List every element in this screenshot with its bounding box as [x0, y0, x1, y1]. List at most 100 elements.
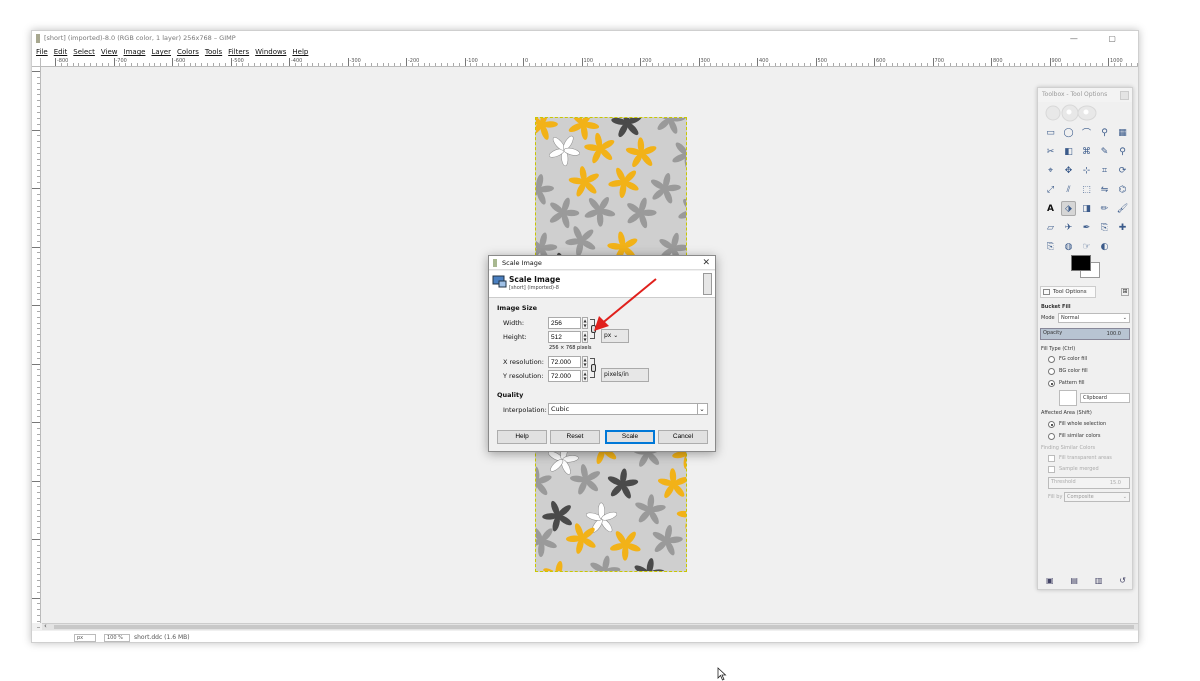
color-selector[interactable] [1068, 252, 1104, 282]
menu-item-windows[interactable]: Windows [255, 48, 286, 56]
horizontal-ruler[interactable]: -800 -700 -600 -500 -400 -300 -200 -100 0 100 200 3… [41, 58, 1138, 67]
resolution-unit-select[interactable]: pixels/in [601, 368, 649, 382]
ink-tool-icon[interactable]: ✒ [1079, 220, 1094, 235]
tab-menu-button[interactable]: ⊞ [1121, 288, 1129, 296]
bg-fill-radio[interactable] [1048, 368, 1055, 375]
width-input[interactable] [548, 317, 581, 329]
crop-tool-icon[interactable]: ⌗ [1097, 163, 1112, 178]
unit-selector[interactable]: px [74, 634, 96, 642]
blend-tool-icon[interactable]: ◨ [1079, 201, 1094, 216]
paintbrush-tool-icon[interactable]: 🖌 [1115, 201, 1130, 216]
cancel-button[interactable]: Cancel [658, 430, 708, 444]
menu-item-colors[interactable]: Colors [177, 48, 199, 56]
fill-similar-radio[interactable] [1048, 433, 1055, 440]
align-tool-icon[interactable]: ⊹ [1079, 163, 1094, 178]
free-select-tool-icon[interactable]: ⌒ [1079, 125, 1094, 140]
fill-by-select[interactable]: Composite ⌄ [1064, 492, 1130, 502]
pattern-fill-radio[interactable] [1048, 380, 1055, 387]
toolbox-close-button[interactable] [1120, 91, 1129, 100]
cage-transform-tool-icon[interactable]: ⌬ [1115, 182, 1130, 197]
foreground-color-swatch[interactable] [1071, 255, 1091, 271]
menu-item-help[interactable]: Help [292, 48, 308, 56]
menu-item-tools[interactable]: Tools [205, 48, 222, 56]
fg-fill-radio[interactable] [1048, 356, 1055, 363]
ruler-minor-tick [242, 63, 244, 66]
pattern-fill-label: Pattern fill [1059, 380, 1085, 386]
reset-options-icon[interactable]: ↺ [1119, 576, 1126, 585]
scissors-select-tool-icon[interactable]: ✂ [1043, 144, 1058, 159]
horizontal-scrollbar[interactable]: ‹ [42, 622, 1138, 630]
rect-select-tool-icon[interactable]: ▭ [1043, 125, 1058, 140]
measure-tool-icon[interactable]: ⌖ [1043, 163, 1058, 178]
color-select-tool-icon[interactable]: ▦ [1115, 125, 1130, 140]
wilber-drop-area-icon[interactable] [1043, 104, 1101, 122]
color-picker-tool-icon[interactable]: ✎ [1097, 144, 1112, 159]
menu-item-filters[interactable]: Filters [228, 48, 249, 56]
width-spinner[interactable]: ▲ ▼ [582, 317, 588, 329]
fill-selection-radio[interactable] [1048, 421, 1055, 428]
paths-tool-icon[interactable]: ⌘ [1079, 144, 1094, 159]
window-controls[interactable]: — ▢ [1070, 31, 1130, 46]
shear-tool-icon[interactable]: ⫽ [1061, 182, 1076, 197]
height-input[interactable] [548, 331, 581, 343]
ellipse-select-tool-icon[interactable]: ◯ [1061, 125, 1076, 140]
sample-merged-checkbox[interactable] [1048, 466, 1055, 473]
y-resolution-spinner[interactable]: ▲ ▼ [582, 370, 588, 382]
chain-link-icon[interactable] [591, 325, 596, 333]
y-resolution-input[interactable] [548, 370, 581, 382]
fill-transparent-checkbox[interactable] [1048, 455, 1055, 462]
text-tool-icon[interactable]: A [1043, 201, 1058, 216]
x-resolution-input[interactable] [548, 356, 581, 368]
bucket-fill-tool-icon[interactable]: ⬗ [1061, 201, 1076, 216]
menu-item-select[interactable]: Select [73, 48, 95, 56]
resolution-chain-icon[interactable] [591, 364, 596, 372]
perspective-tool-icon[interactable]: ⬚ [1079, 182, 1094, 197]
move-tool-icon[interactable]: ✥ [1061, 163, 1076, 178]
save-options-icon[interactable]: ▣ [1046, 576, 1054, 585]
scrollbar-thumb[interactable] [54, 625, 1134, 629]
pattern-preview[interactable] [1059, 390, 1077, 406]
gimp-app-icon [36, 34, 40, 43]
fuzzy-select-tool-icon[interactable]: ⚲ [1097, 125, 1112, 140]
restore-options-icon[interactable]: ▤ [1070, 576, 1078, 585]
heal-tool-icon[interactable]: ✚ [1115, 220, 1130, 235]
perspective-clone-tool-icon[interactable]: ⎘ [1043, 239, 1058, 254]
flip-tool-icon[interactable]: ⇋ [1097, 182, 1112, 197]
ruler-minor-tick [37, 357, 40, 359]
menu-item-image[interactable]: Image [124, 48, 146, 56]
menu-item-file[interactable]: File [36, 48, 48, 56]
height-spinner[interactable]: ▲ ▼ [582, 331, 588, 343]
delete-options-icon[interactable]: ▥ [1095, 576, 1103, 585]
eraser-tool-icon[interactable]: ▱ [1043, 220, 1058, 235]
close-icon[interactable]: ✕ [702, 256, 710, 270]
rotate-tool-icon[interactable]: ⟳ [1115, 163, 1130, 178]
opacity-slider[interactable]: Opacity 100.0 [1040, 328, 1130, 340]
ruler-corner-button[interactable] [32, 58, 41, 67]
size-unit-select[interactable]: px ⌄ [601, 329, 629, 343]
help-button[interactable]: Help [497, 430, 547, 444]
reset-button[interactable]: Reset [550, 430, 600, 444]
foreground-select-tool-icon[interactable]: ◧ [1061, 144, 1076, 159]
clone-tool-icon[interactable]: ⎘ [1097, 220, 1112, 235]
image-preview-grip[interactable] [703, 273, 712, 295]
dialog-header-title: Scale Image [509, 275, 561, 284]
menu-item-layer[interactable]: Layer [151, 48, 171, 56]
pencil-tool-icon[interactable]: ✏ [1097, 201, 1112, 216]
scale-tool-icon[interactable]: ⤢ [1043, 182, 1058, 197]
scroll-left-icon[interactable]: ‹ [44, 622, 47, 630]
vertical-ruler[interactable] [32, 67, 41, 640]
threshold-slider[interactable]: Threshold 15.0 [1048, 477, 1130, 489]
zoom-tool-icon[interactable]: ⚲ [1115, 144, 1130, 159]
interpolation-select[interactable]: Cubic ⌄ [548, 403, 708, 415]
x-resolution-spinner[interactable]: ▲ ▼ [582, 356, 588, 368]
leaf-shape [590, 555, 621, 571]
mode-select[interactable]: Normal ⌄ [1058, 313, 1130, 323]
scale-button[interactable]: Scale [605, 430, 655, 444]
tab-tool-options[interactable]: Tool Options [1040, 286, 1096, 298]
airbrush-tool-icon[interactable]: ✈ [1061, 220, 1076, 235]
menu-item-view[interactable]: View [101, 48, 118, 56]
tool-options-icon [1043, 289, 1050, 295]
zoom-selector[interactable]: 100 % [104, 634, 130, 642]
menu-item-edit[interactable]: Edit [54, 48, 68, 56]
ruler-minor-tick [400, 63, 402, 66]
